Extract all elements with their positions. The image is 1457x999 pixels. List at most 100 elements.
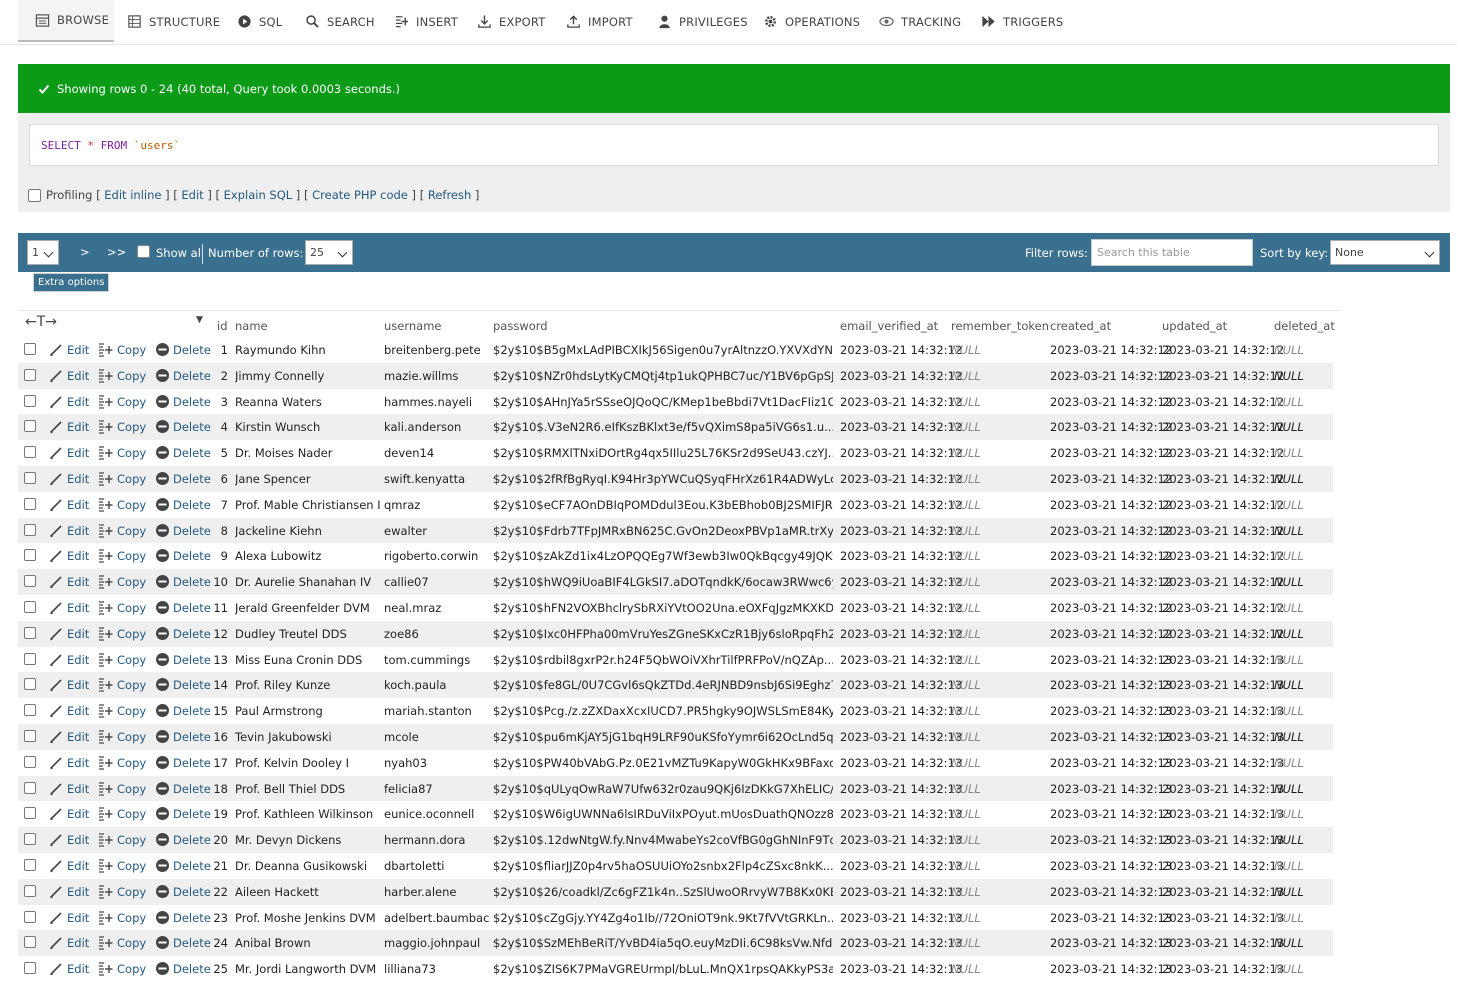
cell-username[interactable]: eunice.oconnell [384,807,490,821]
cell-updated-at[interactable]: 2023-03-21 14:32:12 [1162,343,1284,357]
cell-name[interactable]: Mr. Jordi Langworth DVM [235,962,381,976]
cell-deleted-at[interactable]: NULL [1274,962,1304,976]
filter-rows-input[interactable]: Search this table [1091,239,1253,266]
edit-row-link[interactable]: Edit [67,601,89,615]
cell-updated-at[interactable]: 2023-03-21 14:32:13 [1162,885,1284,899]
cell-id[interactable]: 6 [209,472,228,486]
cell-updated-at[interactable]: 2023-03-21 14:32:13 [1162,756,1284,770]
delete-row-link[interactable]: Delete [173,678,211,692]
cell-name[interactable]: Dr. Deanna Gusikowski [235,859,381,873]
cell-id[interactable]: 23 [209,911,228,925]
cell-password[interactable]: $2y$10$Fdrb7TFpJMRxBN625C.GvOn2DeoxPBVp1… [493,524,833,538]
cell-username[interactable]: nyah03 [384,756,490,770]
cell-email-verified-at[interactable]: 2023-03-21 14:32:12 [840,369,962,383]
copy-row-link[interactable]: Copy [117,936,146,950]
cell-name[interactable]: Jane Spencer [235,472,381,486]
cell-created-at[interactable]: 2023-03-21 14:32:13 [1050,936,1172,950]
row-checkbox[interactable] [24,936,36,949]
copy-row-link[interactable]: Copy [117,678,146,692]
cell-name[interactable]: Dr. Moises Nader [235,446,381,460]
cell-email-verified-at[interactable]: 2023-03-21 14:32:12 [840,446,962,460]
cell-created-at[interactable]: 2023-03-21 14:32:12 [1050,575,1172,589]
cell-password[interactable]: $2y$10$.12dwNtgW.fy.Nnv4MwabeYs2coVfBG0g… [493,833,833,847]
table-row[interactable]: Edit Copy Delete 17 Prof. Kelvin Dooley Inya… [18,750,1333,776]
table-row[interactable]: Edit Copy Delete 8 Jackeline Kiehn ewalter $2y… [18,517,1333,544]
cell-updated-at[interactable]: 2023-03-21 14:32:12 [1162,420,1284,434]
column-resize-arrows-icon[interactable]: ←T→ [25,314,57,330]
delete-row-link[interactable]: Delete [173,343,211,357]
cell-created-at[interactable]: 2023-03-21 14:32:12 [1050,524,1172,538]
table-row[interactable]: Edit Copy Delete 2 Jimmy Connelly mazie.willm… [18,362,1333,389]
sort-dropdown-icon[interactable]: ▼ [196,315,203,325]
cell-updated-at[interactable]: 2023-03-21 14:32:13 [1162,833,1284,847]
cell-remember-token[interactable]: NULL [951,549,981,563]
copy-row-link[interactable]: Copy [117,549,146,563]
cell-name[interactable]: Reanna Waters [235,395,381,409]
cell-remember-token[interactable]: NULL [951,962,981,976]
copy-row-link[interactable]: Copy [117,498,146,512]
cell-remember-token[interactable]: NULL [951,678,981,692]
cell-created-at[interactable]: 2023-03-21 14:32:13 [1050,807,1172,821]
edit-row-link[interactable]: Edit [67,498,89,512]
cell-remember-token[interactable]: NULL [951,756,981,770]
cell-deleted-at[interactable]: NULL [1274,601,1304,615]
cell-created-at[interactable]: 2023-03-21 14:32:13 [1050,678,1172,692]
edit-row-link[interactable]: Edit [67,782,89,796]
cell-created-at[interactable]: 2023-03-21 14:32:12 [1050,420,1172,434]
cell-email-verified-at[interactable]: 2023-03-21 14:32:12 [840,498,962,512]
cell-password[interactable]: $2y$10$ZIS6K7PMaVGREUrmpl/bLuL.MnQX1rpsQ… [493,962,833,976]
cell-username[interactable]: mcole [384,730,490,744]
table-row[interactable]: Edit Copy Delete 13 Miss Euna Cronin DDS tom.… [18,647,1333,673]
table-row[interactable]: Edit Copy Delete 3 Reanna Waters hammes.nayel… [18,389,1333,415]
cell-username[interactable]: swift.kenyatta [384,472,490,486]
copy-row-link[interactable]: Copy [117,601,146,615]
cell-username[interactable]: maggio.johnpaul [384,936,490,950]
cell-updated-at[interactable]: 2023-03-21 14:32:12 [1162,549,1284,563]
edit-row-link[interactable]: Edit [67,420,89,434]
cell-name[interactable]: Prof. Bell Thiel DDS [235,782,381,796]
table-row[interactable]: Edit Copy Delete 7 Prof. Mable Christiansen … [18,492,1333,518]
edit-query-link[interactable]: Edit [181,188,203,202]
column-header-id[interactable]: id [217,319,228,333]
cell-id[interactable]: 4 [209,420,228,434]
column-header-username[interactable]: username [384,319,442,333]
cell-deleted-at[interactable]: NULL [1274,807,1304,821]
row-checkbox[interactable] [24,472,36,484]
cell-remember-token[interactable]: NULL [951,369,981,383]
cell-name[interactable]: Prof. Riley Kunze [235,678,381,692]
cell-id[interactable]: 15 [209,704,228,718]
create-php-code-link[interactable]: Create PHP code [312,188,408,202]
edit-row-link[interactable]: Edit [67,730,89,744]
cell-remember-token[interactable]: NULL [951,524,981,538]
cell-email-verified-at[interactable]: 2023-03-21 14:32:13 [840,911,962,925]
cell-deleted-at[interactable]: NULL [1274,498,1304,512]
cell-created-at[interactable]: 2023-03-21 14:32:13 [1050,859,1172,873]
row-checkbox[interactable] [24,807,36,820]
cell-email-verified-at[interactable]: 2023-03-21 14:32:13 [840,885,962,899]
table-row[interactable]: Edit Copy Delete 12 Dudley Treutel DDS zoe86 $… [18,620,1333,647]
cell-username[interactable]: deven14 [384,446,490,460]
delete-row-link[interactable]: Delete [173,885,211,899]
copy-row-link[interactable]: Copy [117,472,146,486]
cell-created-at[interactable]: 2023-03-21 14:32:13 [1050,885,1172,899]
cell-deleted-at[interactable]: NULL [1274,369,1304,383]
table-row[interactable]: Edit Copy Delete 24 Anibal Brown maggio.johnp… [18,930,1333,957]
cell-created-at[interactable]: 2023-03-21 14:32:13 [1050,962,1172,976]
table-row[interactable]: Edit Copy Delete 5 Dr. Moises Nader deven14 $2… [18,440,1333,466]
copy-row-link[interactable]: Copy [117,807,146,821]
cell-password[interactable]: $2y$10$.V3eN2R6.eIfKszBKlxt3e/f5vQXimS8p… [493,420,833,434]
edit-row-link[interactable]: Edit [67,524,89,538]
table-row[interactable]: Edit Copy Delete 18 Prof. Bell Thiel DDS feli… [18,775,1333,802]
cell-created-at[interactable]: 2023-03-21 14:32:13 [1050,833,1172,847]
delete-row-link[interactable]: Delete [173,936,211,950]
row-checkbox[interactable] [24,781,36,794]
copy-row-link[interactable]: Copy [117,343,146,357]
cell-password[interactable]: $2y$10$2fRfBgRyqI.K94Hr3pYWCuQSyqFHrXz61… [493,472,833,486]
cell-password[interactable]: $2y$10$eCF7AOnDBIqPOMDdul3Eou.K3bEBhob0B… [493,498,833,512]
delete-row-link[interactable]: Delete [173,395,211,409]
cell-updated-at[interactable]: 2023-03-21 14:32:12 [1162,575,1284,589]
edit-row-link[interactable]: Edit [67,369,89,383]
cell-username[interactable]: felicia87 [384,782,490,796]
cell-name[interactable]: Tevin Jakubowski [235,730,381,744]
cell-id[interactable]: 24 [209,936,228,950]
